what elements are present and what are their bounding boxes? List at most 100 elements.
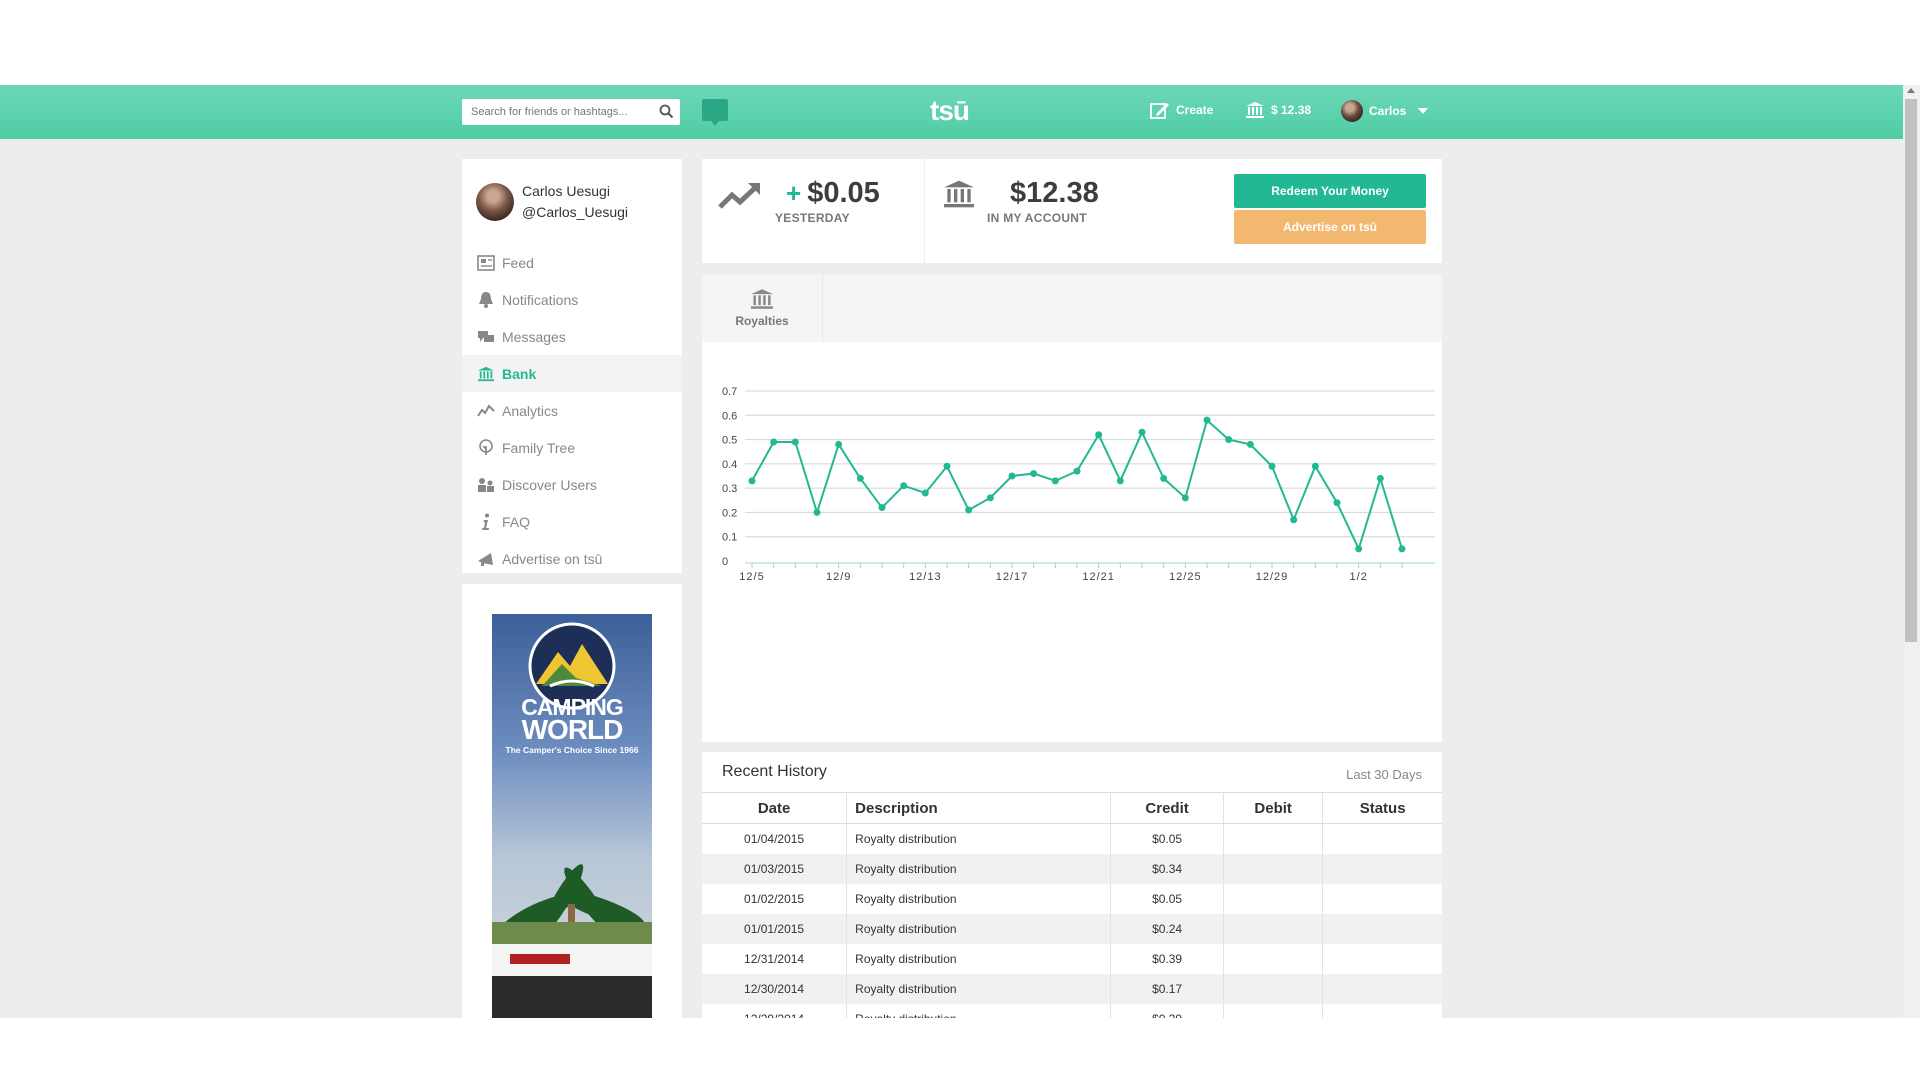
column-header-credit[interactable]: Credit	[1110, 792, 1225, 824]
cell-debit	[1223, 854, 1324, 884]
blank-bottom-area	[0, 1018, 1920, 1080]
data-point[interactable]	[813, 508, 821, 516]
column-header-date[interactable]: Date	[702, 792, 848, 824]
redeem-money-button[interactable]: Redeem Your Money	[1234, 174, 1426, 208]
user-menu[interactable]: Carlos	[1341, 100, 1429, 122]
cell-description: Royalty distribution	[846, 854, 1112, 884]
table-row[interactable]: 01/04/2015 Royalty distribution $0.05	[702, 823, 1442, 854]
data-point[interactable]	[1333, 499, 1341, 507]
data-point[interactable]	[1246, 440, 1254, 448]
sidebar-item-feed[interactable]: Feed	[462, 244, 682, 281]
data-point[interactable]	[1073, 467, 1081, 475]
x-tick-label: 12/5	[739, 571, 764, 583]
tsu-logo[interactable]: tsū	[930, 95, 970, 127]
data-point[interactable]	[1268, 462, 1276, 470]
data-point[interactable]	[791, 438, 799, 446]
data-point[interactable]	[1160, 474, 1168, 482]
data-point[interactable]	[1225, 436, 1233, 444]
table-row[interactable]: 01/02/2015 Royalty distribution $0.05	[702, 884, 1442, 914]
data-point[interactable]	[1181, 494, 1189, 502]
data-point[interactable]	[1116, 477, 1124, 485]
create-button[interactable]: Create	[1150, 101, 1213, 119]
page-scrollbar[interactable]	[1903, 85, 1920, 1018]
data-point[interactable]	[835, 440, 843, 448]
data-point[interactable]	[878, 504, 886, 512]
ad-panel: CAMPING WORLD The Camper's Choice Since …	[462, 584, 682, 1018]
account-label: IN MY ACCOUNT	[987, 211, 1087, 225]
table-row[interactable]: 12/30/2014 Royalty distribution $0.17	[702, 974, 1442, 1004]
history-range[interactable]: Last 30 Days	[1346, 767, 1422, 782]
edit-icon	[1150, 103, 1169, 119]
data-point[interactable]	[1051, 477, 1059, 485]
bank-balance-button[interactable]: $ 12.38	[1245, 101, 1311, 119]
profile-name[interactable]: Carlos Uesugi	[522, 181, 628, 202]
balance-label: $ 12.38	[1271, 103, 1312, 117]
cell-status	[1323, 884, 1442, 914]
data-point[interactable]	[1355, 545, 1363, 553]
users-icon	[476, 476, 496, 494]
table-row[interactable]: 01/01/2015 Royalty distribution $0.24	[702, 914, 1442, 944]
data-point[interactable]	[921, 489, 929, 497]
data-point[interactable]	[856, 474, 864, 482]
data-point[interactable]	[748, 477, 756, 485]
avatar	[1341, 100, 1363, 122]
data-point[interactable]	[1376, 474, 1384, 482]
x-tick-label: 1/2	[1350, 571, 1368, 583]
tab-royalties[interactable]: Royalties	[702, 274, 823, 342]
sidebar-item-faq[interactable]: FAQ	[462, 503, 682, 540]
data-point[interactable]	[1311, 462, 1319, 470]
cell-debit	[1223, 974, 1324, 1004]
search-icon[interactable]	[659, 104, 674, 119]
sidebar-item-discover-users[interactable]: Discover Users	[462, 466, 682, 503]
sidebar-item-messages[interactable]: Messages	[462, 318, 682, 355]
column-header-status[interactable]: Status	[1322, 792, 1442, 824]
sidebar-item-label: FAQ	[502, 513, 531, 530]
sidebar-item-notifications[interactable]: Notifications	[462, 281, 682, 318]
data-point[interactable]	[1398, 545, 1406, 553]
sidebar-item-advertise[interactable]: Advertise on tsū	[462, 540, 682, 577]
cell-credit: $0.39	[1110, 944, 1225, 974]
search-input[interactable]	[462, 99, 651, 125]
table-row[interactable]: 12/29/2014Royalty distribution$0.39	[702, 1004, 1442, 1018]
data-point[interactable]	[1203, 416, 1211, 424]
search-box[interactable]	[462, 99, 680, 125]
sidebar-item-label: Notifications	[502, 291, 579, 308]
column-header-description[interactable]: Description	[846, 792, 1112, 824]
recent-history-panel: Recent History Last 30 Days Date Descrip…	[702, 752, 1442, 1018]
ad-brand-line2: WORLD	[521, 714, 624, 745]
data-point[interactable]	[770, 438, 778, 446]
cell-debit	[1223, 914, 1324, 944]
data-point[interactable]	[943, 462, 951, 470]
cell-status	[1322, 974, 1442, 1004]
data-point[interactable]	[1138, 428, 1146, 436]
cell-debit	[1223, 884, 1324, 914]
cell-credit: $0.39	[1110, 1004, 1225, 1018]
data-point[interactable]	[986, 494, 994, 502]
data-point[interactable]	[1290, 516, 1298, 524]
profile-card[interactable]: Carlos Uesugi @Carlos_Uesugi	[476, 181, 628, 223]
advertise-button[interactable]: Advertise on tsū	[1234, 210, 1426, 244]
data-point[interactable]	[965, 506, 973, 514]
data-point[interactable]	[1095, 431, 1103, 439]
camping-world-ad[interactable]: CAMPING WORLD The Camper's Choice Since …	[492, 614, 652, 1018]
account-balance: $12.38	[1010, 177, 1099, 209]
data-point[interactable]	[1030, 470, 1038, 478]
cell-date: 01/03/2015	[702, 854, 848, 884]
data-point[interactable]	[900, 482, 908, 490]
y-tick-label: 0.3	[722, 483, 737, 495]
sidebar-item-bank[interactable]: Bank	[462, 355, 682, 392]
data-point[interactable]	[1008, 472, 1016, 480]
cell-date: 01/02/2015	[702, 884, 848, 914]
column-header-debit[interactable]: Debit	[1223, 792, 1324, 824]
chat-icon[interactable]	[702, 99, 728, 126]
tab-label: Royalties	[735, 314, 789, 328]
table-row[interactable]: 01/03/2015 Royalty distribution $0.34	[702, 854, 1442, 884]
cell-status	[1322, 854, 1442, 884]
sidebar-item-family-tree[interactable]: Family Tree	[462, 429, 682, 466]
scroll-up-icon[interactable]	[1907, 88, 1915, 93]
cell-description: Royalty distribution	[846, 944, 1112, 974]
avatar[interactable]	[476, 183, 514, 221]
scrollbar-thumb[interactable]	[1905, 99, 1917, 642]
sidebar-item-analytics[interactable]: Analytics	[462, 392, 682, 429]
table-row[interactable]: 12/31/2014 Royalty distribution $0.39	[702, 944, 1442, 974]
